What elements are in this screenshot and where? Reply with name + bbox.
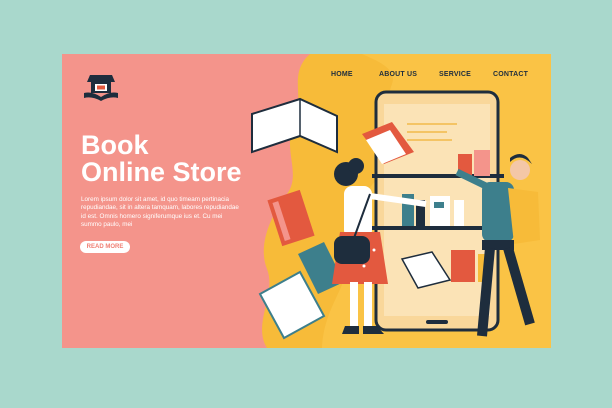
- hero-title-line1: Book: [81, 130, 149, 160]
- nav-contact-link[interactable]: CONTACT: [493, 71, 528, 78]
- store-logo-icon[interactable]: [84, 73, 118, 101]
- nav-home-link[interactable]: HOME: [331, 71, 353, 78]
- hero-title-line2: Online Store: [81, 157, 242, 187]
- nav-about-link[interactable]: ABOUT US: [379, 71, 417, 78]
- tablet-home-button: [426, 320, 448, 324]
- hero-title: Book Online Store: [81, 132, 242, 186]
- nav-service-link[interactable]: SERVICE: [439, 71, 471, 78]
- hero-description: Lorem ipsum dolor sit amet, id quo timea…: [81, 196, 239, 228]
- read-more-button[interactable]: READ MORE: [80, 241, 130, 253]
- landing-page: HOME ABOUT US SERVICE CONTACT Book Onlin…: [62, 54, 551, 348]
